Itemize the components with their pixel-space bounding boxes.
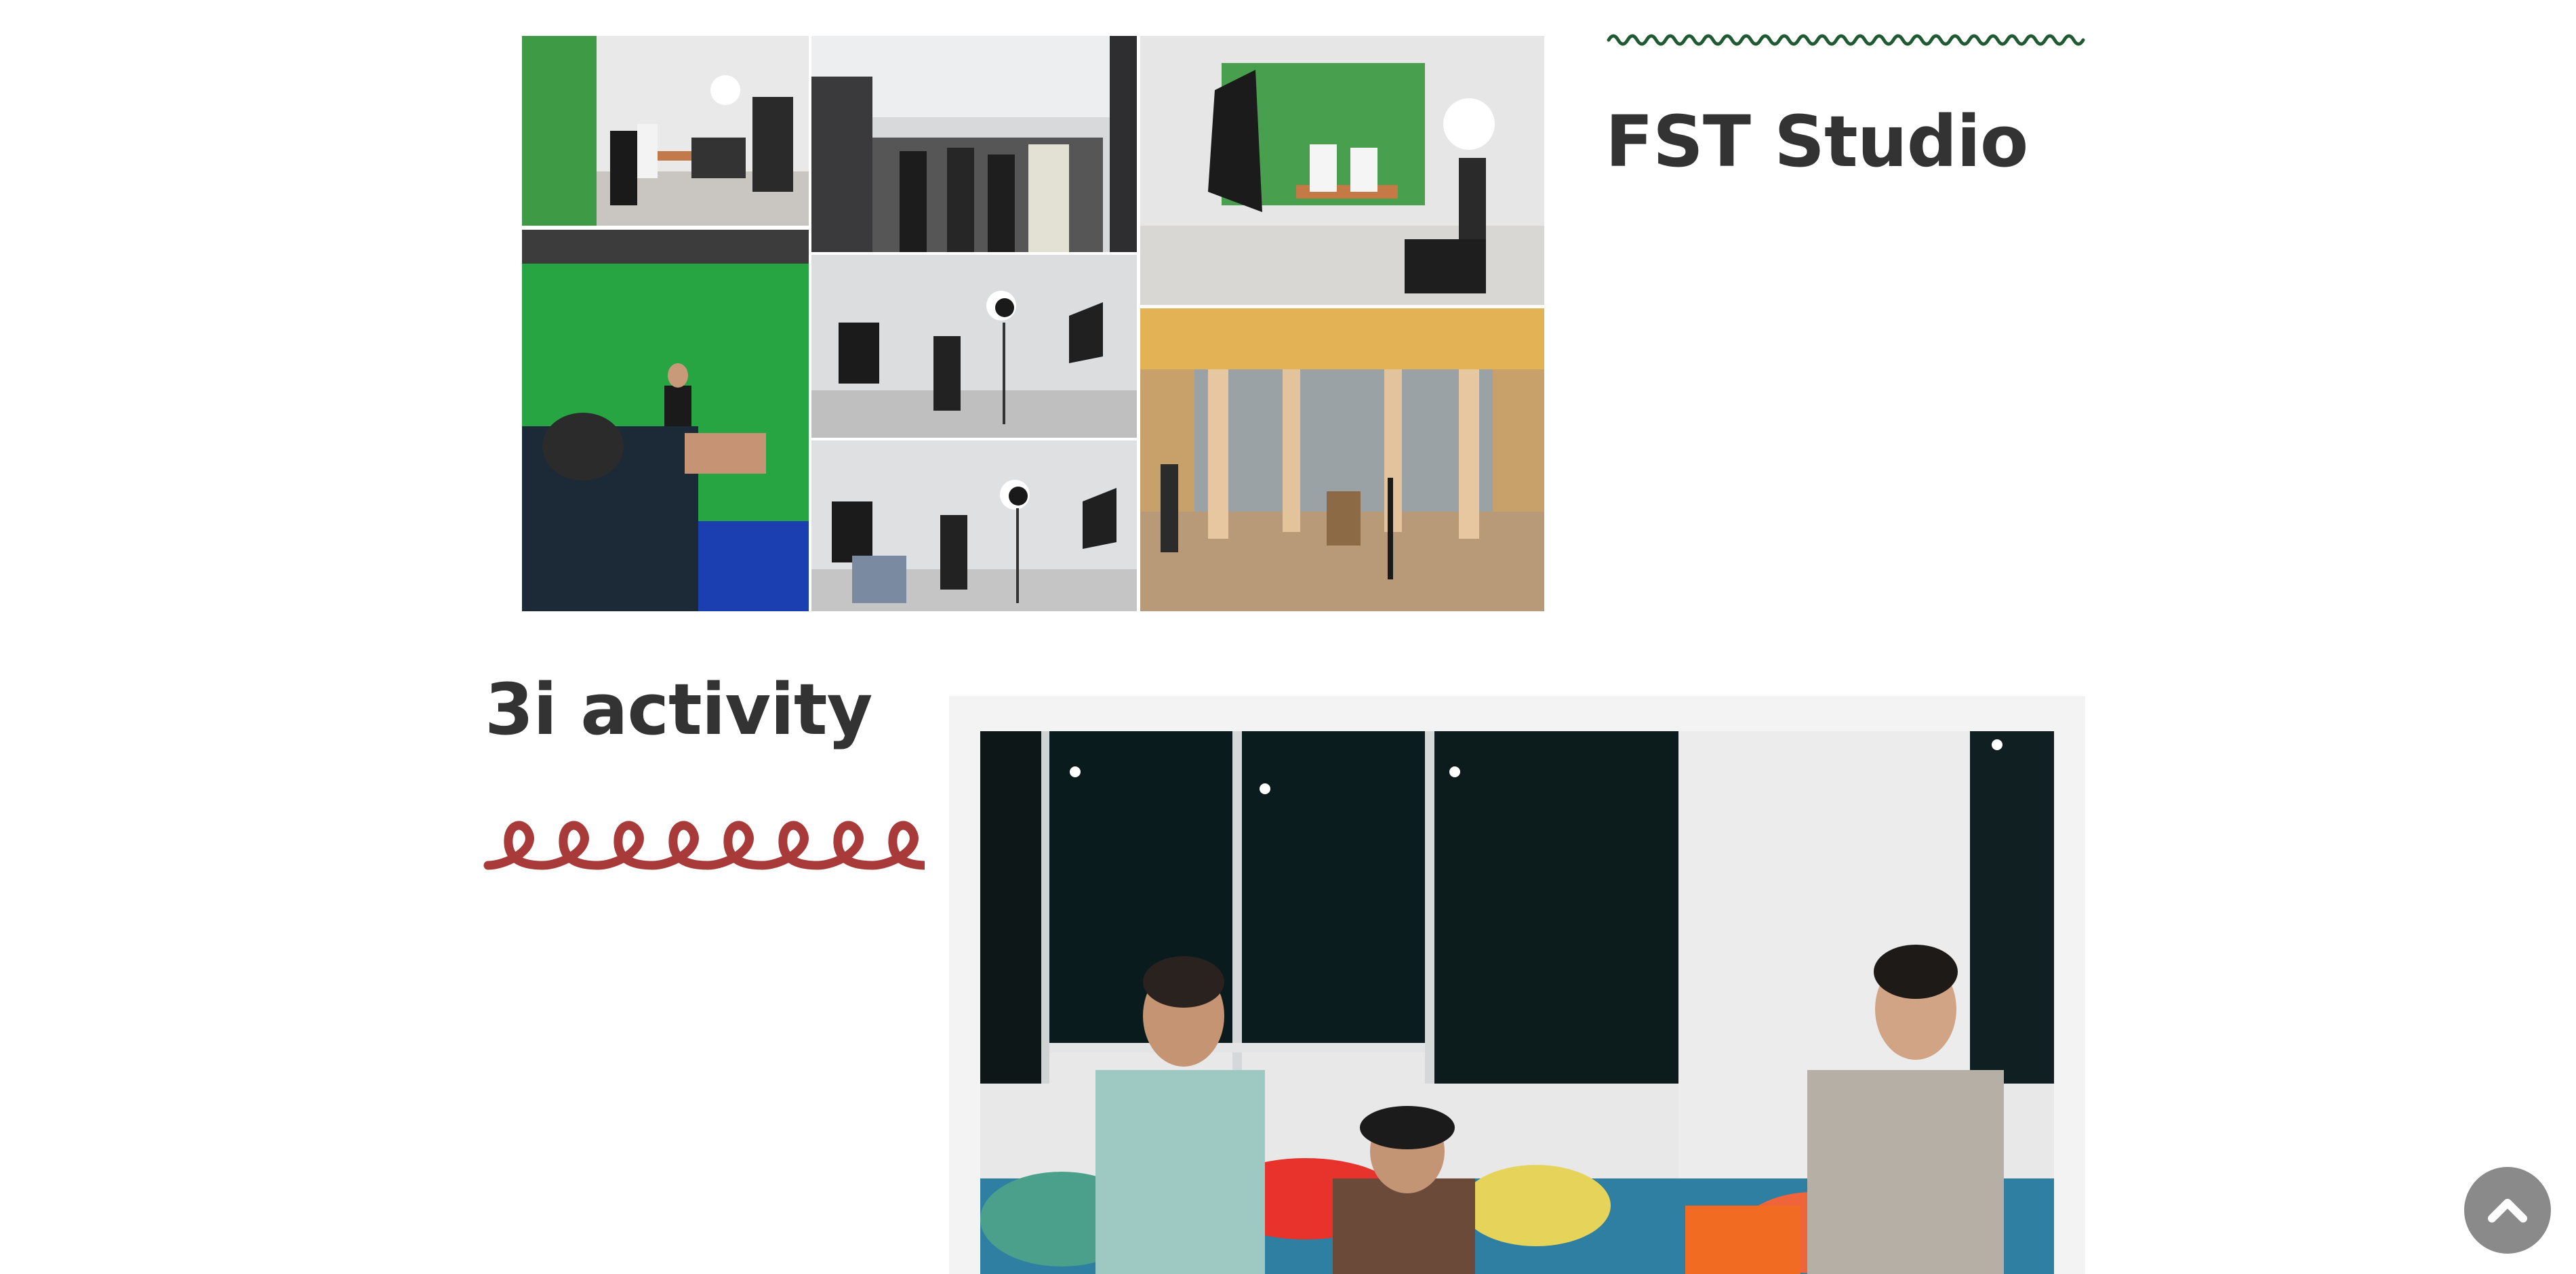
activity-photo	[980, 731, 2054, 1274]
chevron-up-icon	[2488, 1199, 2527, 1222]
activity-title: 3i activity	[485, 668, 872, 751]
scroll-to-top-button[interactable]	[2464, 1167, 2551, 1254]
studio-photo-group	[811, 36, 1137, 252]
fst-studio-title: FST Studio	[1605, 100, 2028, 183]
studio-photo-lights-2	[811, 440, 1137, 611]
wavy-divider-icon	[1607, 34, 2085, 46]
studio-photo-lights	[811, 255, 1137, 438]
activity-photo-card	[949, 696, 2085, 1274]
squiggle-divider-icon	[483, 821, 925, 870]
studio-photo-desk	[1140, 36, 1544, 305]
studio-photo-meeting	[522, 36, 809, 226]
studio-photo-hall	[1140, 308, 1544, 611]
studio-photo-greenscreen	[522, 230, 809, 611]
